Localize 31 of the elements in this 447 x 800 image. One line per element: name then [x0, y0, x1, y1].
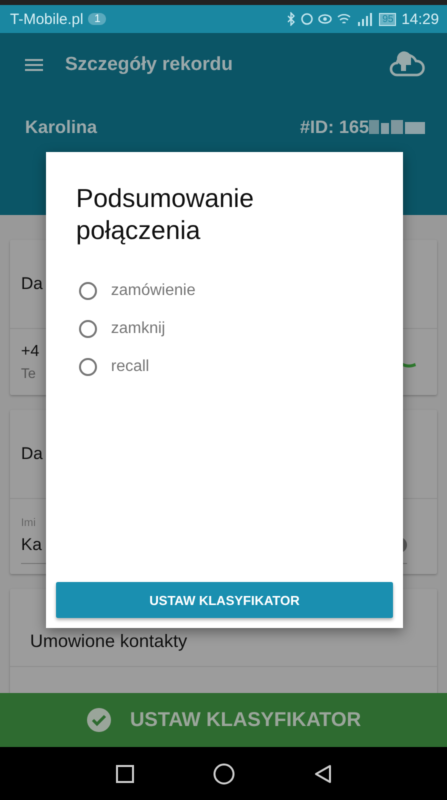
radio-option[interactable]: recall: [79, 358, 393, 376]
card-title: Da: [21, 274, 43, 294]
recents-icon[interactable]: [114, 764, 134, 784]
phone-label: Te: [21, 365, 37, 381]
dialog-title: Podsumowanie połączenia: [75, 182, 255, 246]
blurred-digits-mark: [369, 120, 425, 134]
set-classifier-button[interactable]: USTAW KLASYFIKATOR: [0, 693, 447, 747]
screen-title: Szczegóły rekordu: [65, 54, 233, 76]
back-icon[interactable]: [312, 764, 332, 784]
clock: 14:29: [401, 10, 439, 28]
radio-icon[interactable]: [79, 320, 97, 338]
signal-icon: [356, 12, 374, 26]
menu-icon[interactable]: [25, 58, 43, 72]
radio-icon[interactable]: [79, 358, 97, 376]
carrier-name: T-Mobile.pl: [10, 10, 84, 28]
wifi-icon: [337, 14, 352, 24]
eye-icon: [318, 14, 332, 24]
phone-number: +4: [21, 343, 40, 361]
radio-icon[interactable]: [79, 282, 97, 300]
record-id: #ID: 165: [300, 116, 369, 138]
card-title: Da: [21, 444, 43, 464]
card-title: Umowione kontakty: [30, 631, 188, 651]
set-classifier-button[interactable]: USTAW KLASYFIKATOR: [56, 582, 393, 618]
radio-option[interactable]: zamknij: [79, 320, 393, 338]
bluetooth-icon: [286, 12, 296, 26]
record-name: Karolina: [25, 116, 98, 138]
home-icon[interactable]: [212, 762, 234, 784]
check-icon: [86, 707, 112, 733]
notification-count: 1: [88, 13, 106, 25]
battery-level: 95: [379, 12, 396, 26]
radio-option[interactable]: zamówienie: [79, 282, 393, 300]
